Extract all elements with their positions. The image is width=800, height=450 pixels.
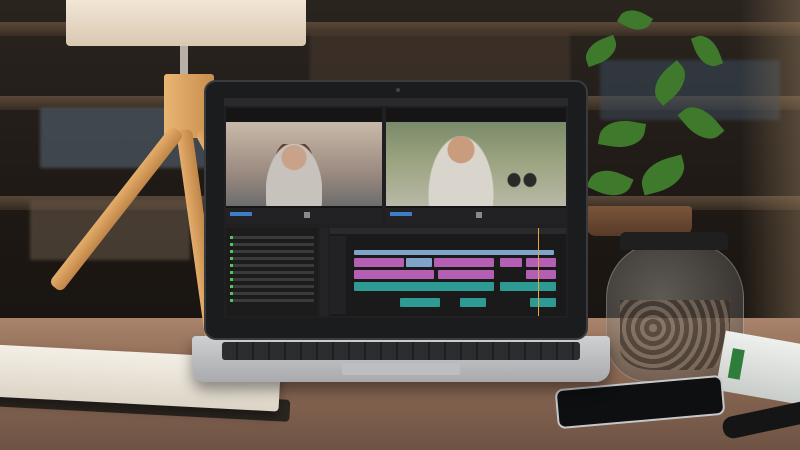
project-item xyxy=(230,278,314,281)
plant-leaf xyxy=(597,116,647,152)
video-clip xyxy=(526,270,556,279)
video-clip xyxy=(354,270,434,279)
timecode xyxy=(390,212,412,216)
playhead xyxy=(538,228,539,316)
box-stripe xyxy=(727,348,745,380)
trackpad xyxy=(342,363,460,375)
lamp-shade xyxy=(66,0,306,46)
audio-clip xyxy=(530,298,556,307)
play-icon xyxy=(304,212,310,218)
program-controls xyxy=(386,208,566,224)
audio-clip xyxy=(500,282,556,291)
walking-figures xyxy=(502,150,542,200)
video-clip xyxy=(354,258,404,267)
window-light xyxy=(740,0,800,330)
jar-stones xyxy=(620,300,730,370)
project-item xyxy=(230,264,314,267)
source-controls xyxy=(226,208,382,224)
project-panel xyxy=(226,228,318,316)
project-item xyxy=(230,271,314,274)
video-clip xyxy=(500,258,522,267)
project-item xyxy=(230,243,314,246)
editor-menubar xyxy=(224,98,568,106)
webcam xyxy=(396,88,400,92)
video-clip xyxy=(354,250,554,255)
laptop-base xyxy=(192,336,610,382)
woman-figure xyxy=(266,144,322,206)
laptop-screen xyxy=(224,98,568,318)
photo-scene xyxy=(0,0,800,450)
laptop-lid xyxy=(204,80,588,340)
video-clip xyxy=(438,270,494,279)
video-clip xyxy=(434,258,494,267)
project-item xyxy=(230,292,314,295)
project-item xyxy=(230,299,314,302)
keyboard xyxy=(222,342,580,360)
audio-clip xyxy=(354,282,494,291)
program-monitor xyxy=(386,108,566,224)
track-headers xyxy=(330,236,346,314)
man-figure xyxy=(426,132,496,206)
program-video-frame xyxy=(386,122,566,206)
source-monitor xyxy=(226,108,382,224)
timeline-panel xyxy=(330,228,566,316)
video-clip xyxy=(526,258,556,267)
jar-lid xyxy=(620,232,728,250)
project-item xyxy=(230,250,314,253)
project-item xyxy=(230,285,314,288)
time-ruler xyxy=(330,228,566,234)
source-video-frame xyxy=(226,122,382,206)
audio-clip xyxy=(460,298,486,307)
project-item xyxy=(230,236,314,239)
timeline-tool-icon xyxy=(320,228,328,316)
timecode xyxy=(230,212,252,216)
plant-leaf xyxy=(636,154,690,196)
audio-clip xyxy=(400,298,440,307)
video-clip xyxy=(406,258,432,267)
project-item xyxy=(230,257,314,260)
play-icon xyxy=(476,212,482,218)
